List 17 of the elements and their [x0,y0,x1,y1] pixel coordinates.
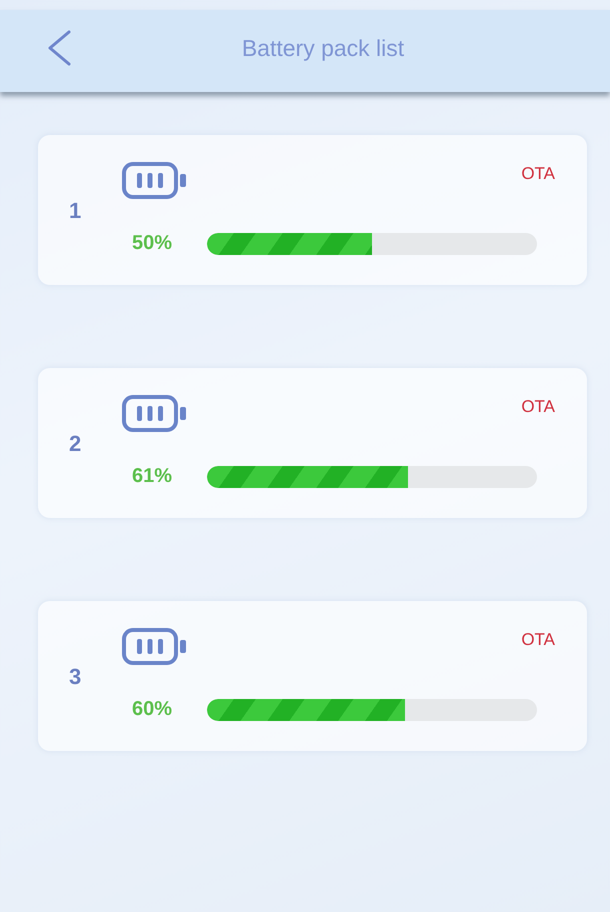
battery-pack-card[interactable]: 1 OTA 50% [38,135,587,285]
battery-icon [122,628,186,665]
pack-number: 3 [69,664,82,690]
battery-icon [122,395,186,432]
back-icon[interactable] [47,30,72,66]
pack-number: 1 [69,198,82,224]
page-title: Battery pack list [240,34,406,62]
battery-pack-card[interactable]: 2 OTA 61% [38,368,587,518]
ota-label: OTA [521,397,555,417]
charge-percentage: 60% [132,698,174,721]
charge-percentage: 50% [132,232,174,255]
pack-number: 2 [69,431,82,457]
charge-percentage: 61% [132,465,174,488]
ota-label: OTA [521,630,555,650]
battery-pack-card[interactable]: 3 OTA 60% [38,601,587,751]
battery-icon [122,162,186,199]
ota-label: OTA [521,164,555,184]
